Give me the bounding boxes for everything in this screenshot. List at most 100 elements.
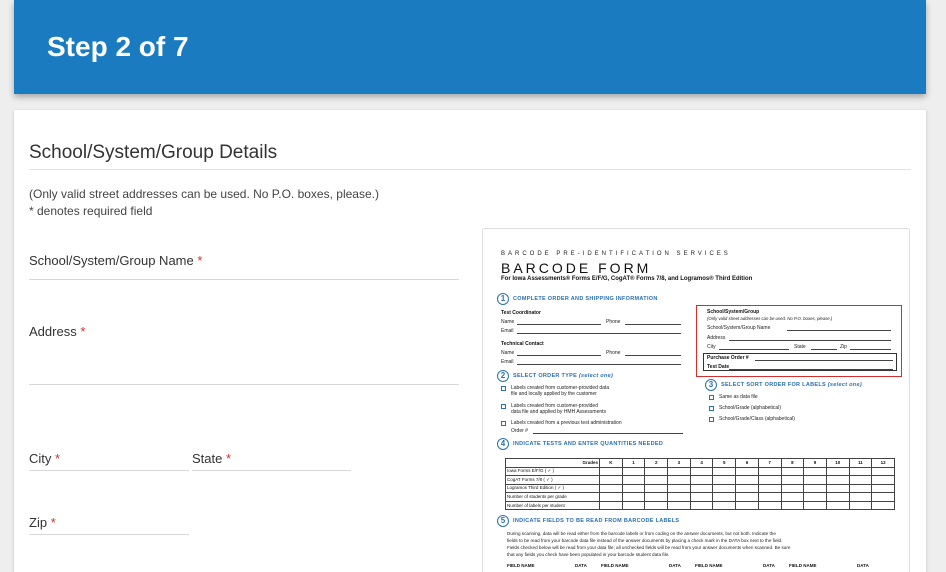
quantity-cell (757, 466, 782, 476)
section-5-heading: INDICATE FIELDS TO BE READ FROM BARCODE … (513, 518, 680, 524)
field-name-header: FIELD NAME (695, 563, 723, 568)
quantities-table: Grades K 1 2 3 4 5 6 7 8 9 10 11 12 Iowa Forms E/F/G (… (505, 458, 895, 510)
zip-input[interactable] (29, 534, 189, 535)
quantity-cell (644, 483, 669, 493)
step-title: Step 2 of 7 (47, 31, 189, 62)
quantity-cell (667, 500, 691, 510)
address-note: (Only valid street addresses can be used… (29, 187, 379, 201)
quantity-cell (780, 475, 805, 485)
state-select[interactable] (192, 470, 351, 471)
order-type-option-2b: data file and applied by HMH Assessments (511, 409, 607, 415)
coordinator-phone-line (625, 324, 681, 325)
quantity-cell (621, 475, 646, 485)
required-note: * denotes required field (29, 204, 153, 218)
section-2-number: 2 (497, 370, 509, 382)
required-asterisk: * (80, 324, 86, 339)
section-3-number: 3 (705, 379, 717, 391)
contact-name-label: Name (501, 350, 515, 356)
quantity-cell (644, 500, 669, 510)
preview-subtitle: For Iowa Assessments® Forms E/F/G, CogAT… (501, 276, 753, 282)
quantity-cell (780, 483, 805, 493)
quantity-cell (712, 492, 737, 502)
coordinator-name-line (517, 324, 601, 325)
quantity-cell (667, 483, 691, 493)
quantity-cell (825, 475, 850, 485)
order-number-line (533, 433, 683, 434)
order-type-option-3: Labels created from a previous test admi… (511, 420, 622, 426)
zip-label: Zip * (29, 515, 56, 530)
quantity-cell (825, 483, 850, 493)
quantity-cell (735, 466, 759, 476)
quantity-cell (780, 492, 805, 502)
box-address-label: Address (707, 335, 726, 341)
box-name-line (787, 330, 891, 331)
quantity-cell (848, 500, 873, 510)
box-name-label: School/System/Group Name (707, 325, 771, 331)
quantity-cell (780, 466, 805, 476)
required-asterisk: * (197, 253, 203, 268)
quantity-cell (735, 492, 759, 502)
box-po-label: Purchase Order # (707, 355, 749, 361)
quantity-cell (848, 492, 873, 502)
quantity-cell (712, 483, 737, 493)
quantity-cell (803, 500, 827, 510)
sort-order-checkbox-3 (709, 417, 714, 422)
box-po-line (755, 360, 893, 361)
grade-header-cell: 12 (871, 458, 895, 468)
quantity-cell (667, 466, 691, 476)
quantity-cell (735, 500, 759, 510)
quantity-cell (735, 483, 759, 493)
quantity-cell (757, 500, 782, 510)
box-zip-label: Zip (840, 344, 847, 350)
quantity-cell (825, 492, 850, 502)
address-label: Address * (29, 324, 86, 339)
quantity-cell (689, 492, 714, 502)
section-5-text-3: Fields checked below will be read from y… (507, 545, 791, 550)
grade-header-cell: 11 (848, 458, 873, 468)
step-header: Step 2 of 7 (14, 0, 926, 94)
sort-order-checkbox-2 (709, 406, 714, 411)
address-input[interactable] (29, 384, 459, 385)
quantity-cell (871, 466, 895, 476)
coordinator-name-label: Name (501, 319, 515, 325)
quantity-cell (757, 492, 782, 502)
quantity-cell (667, 475, 691, 485)
box-city-label: City (707, 344, 716, 350)
table-row-label: CogAT Forms 7/8 ( ✓ ) (505, 475, 600, 485)
quantity-cell (757, 483, 782, 493)
field-name-header: FIELD NAME (507, 563, 535, 568)
technical-contact-label: Technical Contact (501, 341, 544, 347)
quantity-cell (803, 492, 827, 502)
coordinator-phone-label: Phone (606, 319, 621, 325)
quantity-cell (871, 483, 895, 493)
coordinator-email-label: Email (501, 328, 514, 334)
quantity-cell (848, 466, 873, 476)
quantity-cell (599, 466, 623, 476)
preview-title: BARCODE FORM (501, 260, 652, 276)
quantity-cell (689, 466, 714, 476)
grade-header-cell: 5 (712, 458, 737, 468)
field-name-header: FIELD NAME (601, 563, 629, 568)
box-test-date-label: Test Date (707, 364, 730, 370)
grade-header-cell: 1 (621, 458, 646, 468)
table-row: CogAT Forms 7/8 ( ✓ ) (505, 475, 895, 485)
state-label: State * (192, 451, 232, 466)
grade-header-cell: 2 (644, 458, 669, 468)
data-header: DATA (575, 563, 587, 568)
grades-header: Grades (505, 458, 600, 468)
grade-header-cell: 8 (780, 458, 805, 468)
city-input[interactable] (29, 470, 189, 471)
quantity-cell (667, 492, 691, 502)
test-coordinator-label: Test Coordinator (501, 310, 541, 316)
quantity-cell (803, 466, 827, 476)
preview-kicker: BARCODE PRE-IDENTIFICATION SERVICES (501, 251, 731, 257)
quantity-cell (735, 475, 759, 485)
quantity-cell (871, 500, 895, 510)
box-zip-line (850, 349, 891, 350)
quantity-cell (689, 483, 714, 493)
section-5-text-1: During scanning, data will be read eithe… (507, 531, 776, 536)
sort-order-option-2: School/Grade (alphabetical) (719, 405, 781, 411)
contact-email-line (517, 364, 681, 365)
school-name-input[interactable] (29, 279, 459, 280)
table-row-label: Iowa Forms E/F/G ( ✓ ) (505, 466, 600, 476)
